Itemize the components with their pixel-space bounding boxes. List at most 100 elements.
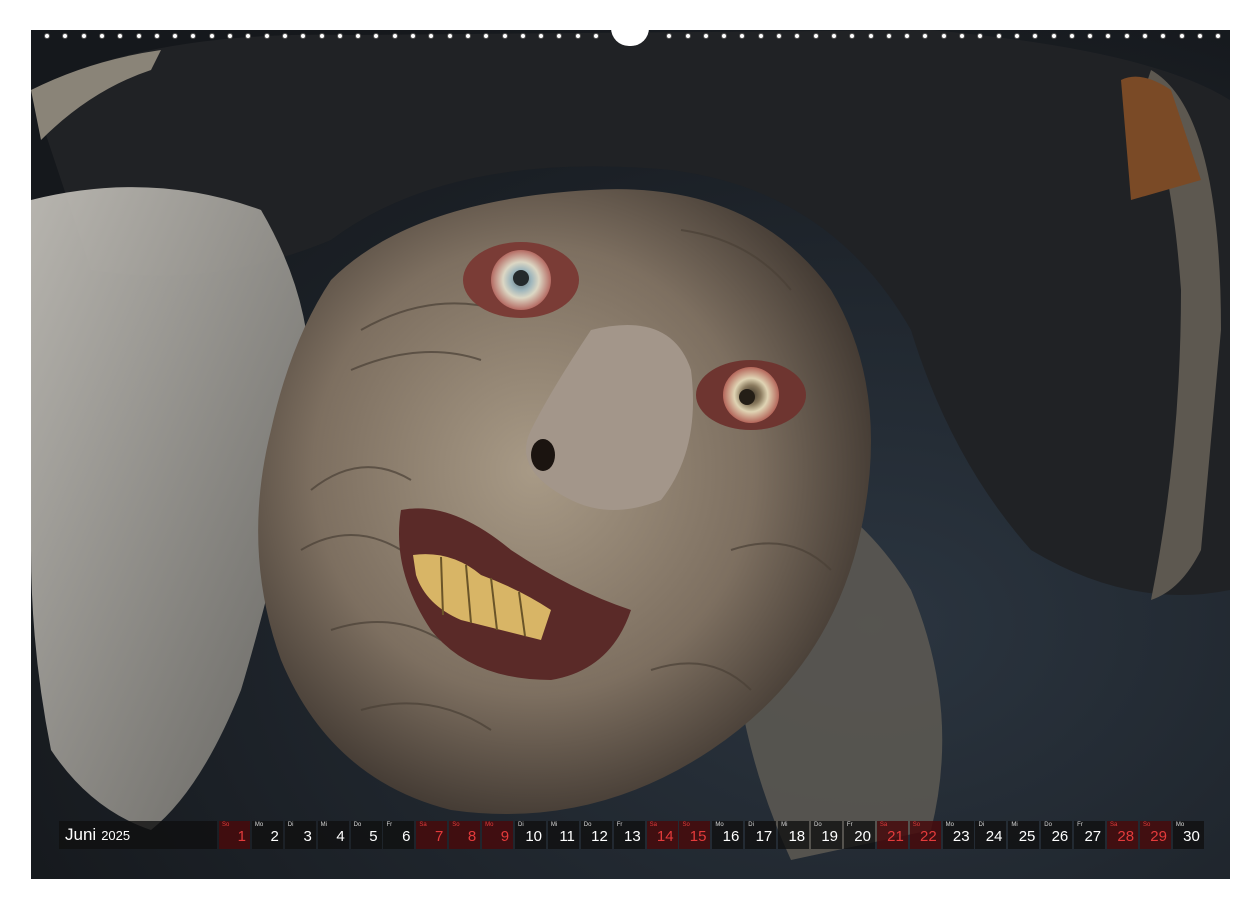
day-weekday: Mo	[254, 822, 264, 828]
binding-hole	[593, 33, 599, 39]
binding-hole	[885, 33, 892, 39]
day-number: 21	[887, 828, 904, 845]
calendar-day: So 1	[219, 821, 250, 849]
binding-hole	[702, 33, 709, 39]
month-name: Juni	[65, 825, 97, 844]
day-weekday: Mi	[781, 822, 788, 828]
binding-hole	[1013, 33, 1020, 39]
calendar-day: Mo 30	[1172, 821, 1204, 849]
day-weekday: Di	[518, 822, 524, 828]
calendar-day: Sa 28	[1107, 821, 1139, 849]
day-weekday: Fr	[616, 822, 623, 828]
calendar-day: Fr 20	[843, 821, 875, 849]
binding-hole	[464, 33, 471, 39]
calendar-day: So 29	[1139, 821, 1171, 849]
binding-hole	[44, 33, 50, 39]
calendar-day: Fr 27	[1074, 821, 1106, 849]
binding-hole	[410, 33, 416, 39]
binding-hole	[1196, 33, 1203, 39]
calendar-day: Di 24	[975, 821, 1007, 849]
day-weekday: Di	[287, 822, 294, 828]
binding-hole	[519, 33, 526, 39]
day-number: 19	[821, 828, 839, 845]
day-weekday: Do	[353, 822, 362, 828]
day-number: 15	[689, 828, 707, 845]
spiral-binding	[0, 0, 1260, 30]
calendar-day: Do 5	[350, 821, 382, 849]
day-weekday: Mi	[1011, 822, 1018, 828]
calendar-day: Do 26	[1041, 821, 1073, 849]
day-weekday: Sa	[879, 822, 888, 828]
calendar-day: Sa 21	[876, 821, 908, 849]
binding-hole	[501, 33, 508, 39]
binding-hole	[684, 33, 691, 39]
day-weekday: Sa	[419, 822, 427, 828]
binding-hole	[1142, 33, 1148, 39]
binding-hole	[867, 33, 874, 39]
calendar-day: Sa 7	[416, 821, 448, 849]
day-weekday: Mi	[320, 822, 328, 828]
day-weekday: So	[682, 822, 690, 828]
day-weekday: Mo	[485, 822, 494, 828]
day-number: 11	[559, 828, 575, 845]
binding-hole	[391, 33, 398, 39]
binding-hole	[959, 33, 965, 39]
calendar-day: Do 19	[811, 821, 843, 849]
day-number: 12	[591, 828, 608, 845]
binding-hole	[208, 33, 215, 39]
day-number: 30	[1183, 828, 1200, 845]
calendar-day: Mi 11	[547, 821, 579, 849]
calendar-day: So 15	[679, 821, 711, 849]
binding-hole	[227, 33, 233, 39]
binding-hole	[135, 33, 142, 39]
day-weekday: So	[1142, 822, 1151, 828]
binding-hole	[1178, 33, 1185, 39]
calendar-day: Fr 6	[383, 821, 415, 849]
day-number: 1	[237, 828, 246, 845]
calendar-photo	[31, 30, 1230, 879]
day-weekday: Di	[748, 822, 754, 828]
day-weekday: Fr	[846, 822, 853, 828]
binding-hole	[153, 33, 160, 39]
binding-hole	[574, 33, 581, 39]
day-number: 28	[1117, 828, 1135, 845]
day-number: 27	[1084, 828, 1102, 845]
day-weekday: Sa	[1110, 822, 1118, 828]
day-number: 2	[270, 828, 279, 845]
day-weekday: Mi	[550, 822, 558, 828]
calendar-day: Mi 4	[317, 821, 349, 849]
calendar-day: Sa 14	[646, 821, 678, 849]
binding-hole	[776, 33, 782, 39]
calendar-day: Di 10	[515, 821, 547, 849]
binding-hole	[446, 33, 453, 39]
calendar-day: So 22	[909, 821, 941, 849]
calendar-strip: Juni 2025 So 1 Mo 2 Di 3 Mi 4 Do 5 Fr 6 Sa 7 So 8 Mo 9 Di 1…	[59, 821, 1206, 849]
calendar-day: Mi 25	[1008, 821, 1040, 849]
binding-hole	[1050, 33, 1057, 39]
day-weekday: So	[222, 822, 230, 828]
day-number: 16	[722, 828, 740, 845]
day-weekday: So	[912, 822, 921, 828]
calendar-day: Mi 18	[778, 821, 810, 849]
day-number: 9	[500, 828, 510, 845]
calendar-day: Mo 2	[251, 821, 283, 849]
day-number: 14	[656, 828, 674, 845]
day-number: 25	[1018, 828, 1036, 845]
pirate-zombie-illustration	[31, 30, 1230, 879]
binding-hole	[940, 33, 947, 39]
day-weekday: Fr	[1077, 822, 1083, 828]
day-number: 23	[952, 828, 970, 845]
day-number: 26	[1051, 828, 1069, 845]
day-number: 24	[985, 828, 1003, 845]
day-number: 6	[402, 828, 411, 845]
day-number: 3	[303, 828, 312, 845]
binding-hole	[80, 33, 87, 39]
calendar-day: Di 3	[284, 821, 316, 849]
month-label: Juni 2025	[59, 821, 217, 849]
day-number: 4	[336, 828, 345, 845]
month-year: 2025	[101, 827, 131, 843]
day-number: 18	[788, 828, 806, 845]
binding-hole	[812, 33, 819, 39]
day-weekday: Fr	[386, 822, 393, 828]
calendar-day: Di 17	[745, 821, 777, 849]
